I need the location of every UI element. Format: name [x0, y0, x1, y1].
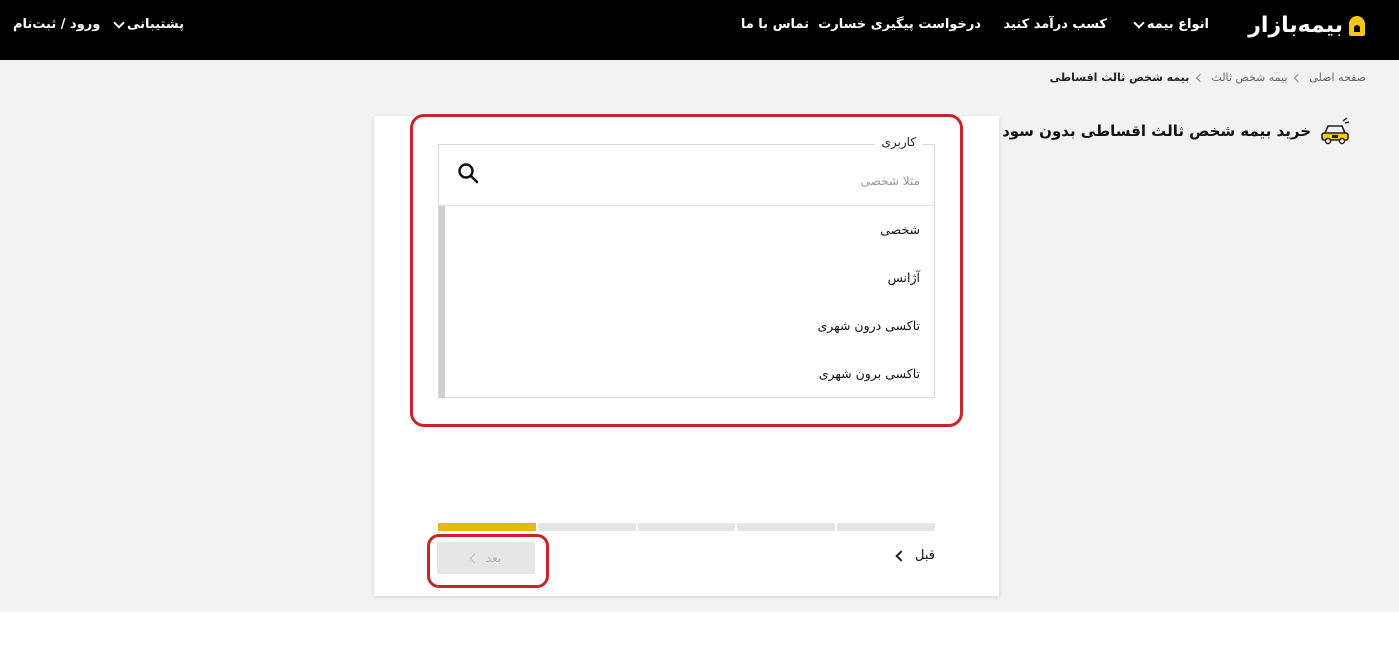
nav-earn-money-label: کسب درآمد کنید	[1003, 17, 1107, 32]
option-personal[interactable]: شخصی	[880, 222, 920, 237]
option-agency[interactable]: آژانس	[888, 270, 920, 285]
search-input[interactable]	[520, 174, 920, 188]
search-icon[interactable]	[457, 162, 479, 184]
breadcrumb-current: بیمه شخص ثالث اقساطی	[1049, 71, 1190, 84]
chevron-left-icon	[469, 553, 480, 563]
step-progress	[438, 523, 935, 531]
nav-insurance-types[interactable]: انواع بیمه	[1133, 16, 1209, 32]
page-heading: خرید بیمه شخص ثالث اقساطی بدون سود	[1002, 116, 1351, 146]
search-row	[439, 145, 934, 206]
prev-button[interactable]: قبل	[895, 548, 935, 563]
chevron-down-icon	[1133, 16, 1145, 29]
options-list: شخصی آژانس تاکسی درون شهری تاکسی برون شه…	[439, 206, 934, 398]
progress-step	[537, 523, 636, 531]
chevron-left-icon	[895, 549, 907, 562]
option-intercity-taxi[interactable]: تاکسی برون شهری	[819, 366, 920, 381]
login-label: ورود / ثبت‌نام	[13, 17, 101, 32]
page-title: خرید بیمه شخص ثالث اقساطی بدون سود	[1002, 122, 1311, 140]
chevron-left-icon	[1196, 73, 1205, 82]
nav-earn-money[interactable]: کسب درآمد کنید	[1004, 17, 1107, 32]
option-city-taxi[interactable]: تاکسی درون شهری	[818, 318, 921, 333]
nav-contact-us-label: تماس با ما	[740, 17, 809, 32]
breadcrumb-home[interactable]: صفحه اصلی	[1309, 71, 1366, 84]
list-scrollbar[interactable]	[439, 206, 445, 398]
page-background: صفحه اصلی بیمه شخص ثالث بیمه شخص ثالث اق…	[0, 60, 1399, 612]
chevron-down-icon	[113, 16, 125, 29]
progress-step	[637, 523, 736, 531]
breadcrumb-third-party[interactable]: بیمه شخص ثالث	[1211, 71, 1287, 84]
prev-button-label: قبل	[915, 548, 935, 563]
login-link[interactable]: ورود / ثبت‌نام	[13, 17, 100, 32]
top-header: بیمه‌بازار انواع بیمه کسب درآمد کنید درخ…	[0, 0, 1399, 60]
nav-claim-tracking[interactable]: درخواست پیگیری خسارت	[818, 17, 981, 32]
progress-step	[737, 523, 836, 531]
logo[interactable]: بیمه‌بازار	[1248, 13, 1365, 38]
nav-insurance-types-label: انواع بیمه	[1146, 17, 1209, 32]
chevron-left-icon	[1294, 73, 1303, 82]
logo-icon	[1349, 15, 1365, 36]
progress-step	[438, 523, 536, 531]
wizard-card: کاربری شخصی آژانس تاکسی درون شهری تاکسی …	[374, 116, 999, 596]
next-button[interactable]: بعد	[437, 542, 535, 574]
nav-contact-us[interactable]: تماس با ما	[741, 17, 809, 32]
nav-support-label: پشتیبانی	[127, 17, 184, 32]
nav-claim-tracking-label: درخواست پیگیری خسارت	[818, 17, 981, 32]
progress-step	[837, 523, 935, 531]
logo-text: بیمه‌بازار	[1248, 13, 1343, 38]
nav-support[interactable]: پشتیبانی	[113, 16, 184, 32]
next-button-label: بعد	[485, 551, 502, 565]
usage-select: کاربری شخصی آژانس تاکسی درون شهری تاکسی …	[438, 135, 935, 398]
breadcrumb: صفحه اصلی بیمه شخص ثالث بیمه شخص ثالث اق…	[1050, 71, 1366, 84]
car-icon	[1321, 117, 1350, 145]
